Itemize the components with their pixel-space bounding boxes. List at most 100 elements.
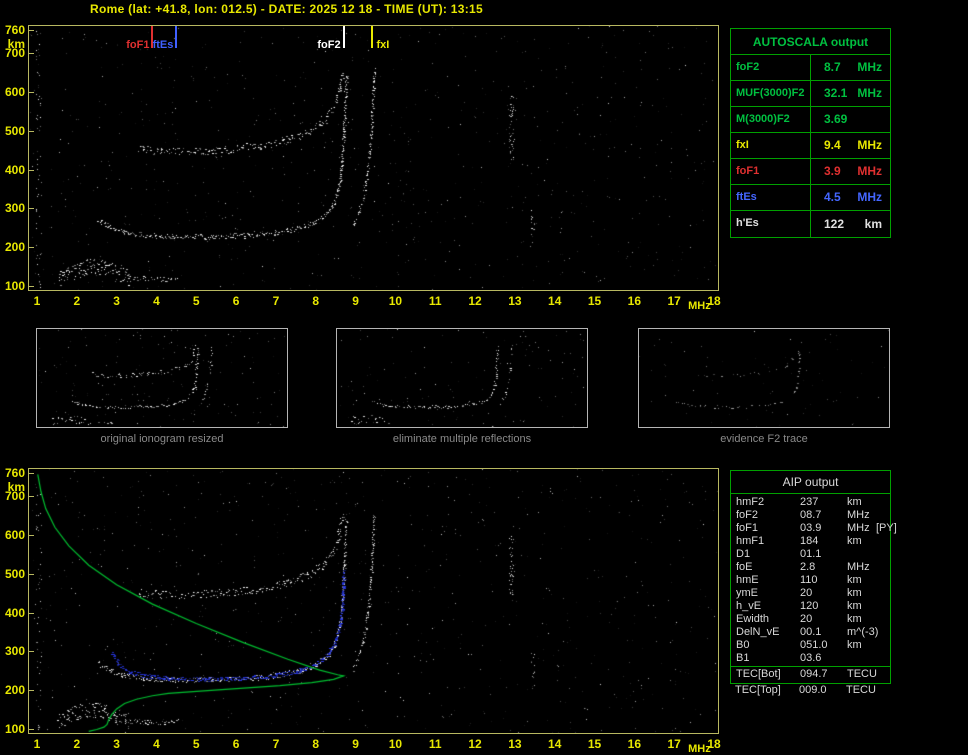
x-axis-tick-label: 12 bbox=[460, 737, 490, 751]
aip-param-label: h_vE bbox=[736, 600, 800, 613]
aip-param-label: foF1 bbox=[736, 522, 800, 535]
y-axis-tick-mark bbox=[29, 53, 34, 54]
x-axis-tick-label: 13 bbox=[500, 737, 530, 751]
param-unit: MHz bbox=[857, 185, 882, 210]
x-axis-unit-label: MHz bbox=[688, 743, 711, 755]
param-label: h'Es bbox=[731, 211, 811, 237]
x-axis-tick-label: 11 bbox=[420, 294, 450, 308]
aip-param-unit: km bbox=[838, 574, 874, 587]
y-axis-tick-label: 700 bbox=[0, 46, 25, 60]
station-date-time-header: Rome (lat: +41.8, lon: 012.5) - DATE: 20… bbox=[90, 2, 483, 16]
aip-table-body: hmF2237kmfoF208.7MHzfoF103.9MHz[PY]hmF11… bbox=[731, 494, 890, 665]
y-axis-tick-mark bbox=[29, 286, 34, 287]
autoscala-row: fxI9.4MHz bbox=[731, 133, 890, 159]
x-axis-tick-label: 17 bbox=[659, 737, 689, 751]
param-value: 8.7 bbox=[824, 55, 841, 80]
autoscala-row: foF28.7MHz bbox=[731, 55, 890, 81]
y-axis-tick-mark bbox=[29, 170, 34, 171]
param-value-cell: 122km bbox=[811, 211, 890, 237]
aip-param-flag bbox=[874, 652, 890, 665]
y-axis-tick-mark bbox=[29, 92, 34, 93]
aip-row: foF103.9MHz[PY] bbox=[731, 522, 890, 535]
aip-param-flag bbox=[874, 496, 890, 509]
aip-param-label: ymE bbox=[736, 587, 800, 600]
aip-param-flag bbox=[874, 668, 890, 681]
autoscala-table-body: foF28.7MHzMUF(3000)F232.1MHzM(3000)F23.6… bbox=[731, 55, 890, 237]
aip-table-header: AIP output bbox=[731, 471, 890, 494]
mini-canvas-eliminate bbox=[337, 329, 587, 427]
aip-param-label: B0 bbox=[736, 639, 800, 652]
y-axis-tick-label: 200 bbox=[0, 240, 25, 254]
x-axis-tick-label: 7 bbox=[261, 737, 291, 751]
aip-param-unit: MHz bbox=[838, 561, 874, 574]
y-axis-tick-label: 760 bbox=[0, 466, 25, 480]
mini-canvas-evidence bbox=[639, 329, 889, 427]
aip-param-label: hmF2 bbox=[736, 496, 800, 509]
y-axis-tick-label: 400 bbox=[0, 606, 25, 620]
y-axis-tick-label: 500 bbox=[0, 124, 25, 138]
aip-param-label: foE bbox=[736, 561, 800, 574]
aip-param-flag: [PY] bbox=[874, 522, 897, 535]
aip-param-value: 20 bbox=[800, 587, 838, 600]
x-axis-unit-label: MHz bbox=[688, 300, 711, 312]
x-axis-tick-label: 6 bbox=[221, 294, 251, 308]
param-value-cell: 32.1MHz bbox=[811, 81, 890, 106]
y-axis-tick-label: 200 bbox=[0, 683, 25, 697]
aip-param-flag bbox=[874, 639, 890, 652]
y-axis-tick-mark bbox=[29, 247, 34, 248]
aip-param-value: 01.1 bbox=[800, 548, 838, 561]
aip-tec-bot-section: TEC[Bot]094.7TECU bbox=[731, 666, 890, 683]
aip-param-unit: km bbox=[838, 639, 874, 652]
x-axis-tick-label: 2 bbox=[62, 737, 92, 751]
aip-param-unit: TECU bbox=[838, 668, 874, 681]
param-label: fxI bbox=[731, 133, 811, 158]
x-axis-tick-label: 1 bbox=[22, 737, 52, 751]
param-label: M(3000)F2 bbox=[731, 107, 811, 132]
param-unit: MHz bbox=[857, 81, 882, 106]
x-axis-tick-label: 8 bbox=[301, 737, 331, 751]
y-axis-tick-mark bbox=[29, 131, 34, 132]
x-axis-tick-label: 7 bbox=[261, 294, 291, 308]
aip-param-unit: MHz bbox=[838, 522, 874, 535]
param-unit: km bbox=[865, 212, 882, 237]
x-axis-tick-label: 4 bbox=[141, 294, 171, 308]
x-axis-tick-label: 9 bbox=[341, 294, 371, 308]
autoscala-row: foF13.9MHz bbox=[731, 159, 890, 185]
aip-param-value: 009.0 bbox=[799, 684, 837, 697]
aip-param-unit: km bbox=[838, 613, 874, 626]
y-axis-tick-label: 500 bbox=[0, 567, 25, 581]
y-axis-tick-label: 600 bbox=[0, 528, 25, 542]
param-label: ftEs bbox=[731, 185, 811, 210]
x-axis-tick-label: 15 bbox=[580, 294, 610, 308]
aip-param-label: D1 bbox=[736, 548, 800, 561]
autoscala-row: MUF(3000)F232.1MHz bbox=[731, 81, 890, 107]
aip-param-unit: km bbox=[838, 600, 874, 613]
mini-panel-eliminate-reflections bbox=[336, 328, 588, 428]
ionogram-canvas-bottom bbox=[29, 469, 718, 733]
aip-param-value: 051.0 bbox=[800, 639, 838, 652]
aip-param-flag bbox=[874, 613, 890, 626]
x-axis-tick-label: 10 bbox=[380, 294, 410, 308]
mini-caption-eliminate: eliminate multiple reflections bbox=[336, 433, 588, 445]
autoscala-output-table: AUTOSCALA output foF28.7MHzMUF(3000)F232… bbox=[730, 28, 891, 238]
param-unit: MHz bbox=[857, 55, 882, 80]
aip-param-label: hmF1 bbox=[736, 535, 800, 548]
aip-param-flag bbox=[874, 509, 890, 522]
param-value-cell: 9.4MHz bbox=[811, 133, 890, 158]
aip-row: DelN_vE00.1m^(-3) bbox=[731, 626, 890, 639]
aip-param-unit: MHz bbox=[838, 509, 874, 522]
aip-param-value: 237 bbox=[800, 496, 838, 509]
aip-param-flag bbox=[874, 574, 890, 587]
x-axis-tick-label: 3 bbox=[102, 294, 132, 308]
y-axis-tick-mark bbox=[29, 613, 34, 614]
aip-row: h_vE120km bbox=[731, 600, 890, 613]
y-axis-tick-mark bbox=[29, 535, 34, 536]
aip-param-flag bbox=[874, 535, 890, 548]
y-axis-tick-label: 100 bbox=[0, 279, 25, 293]
y-axis-tick-label: 100 bbox=[0, 722, 25, 736]
aip-row: D101.1 bbox=[731, 548, 890, 561]
y-axis-tick-label: 700 bbox=[0, 489, 25, 503]
y-axis-tick-label: 300 bbox=[0, 644, 25, 658]
autoscala-row: h'Es122km bbox=[731, 211, 890, 237]
aip-param-value: 20 bbox=[800, 613, 838, 626]
